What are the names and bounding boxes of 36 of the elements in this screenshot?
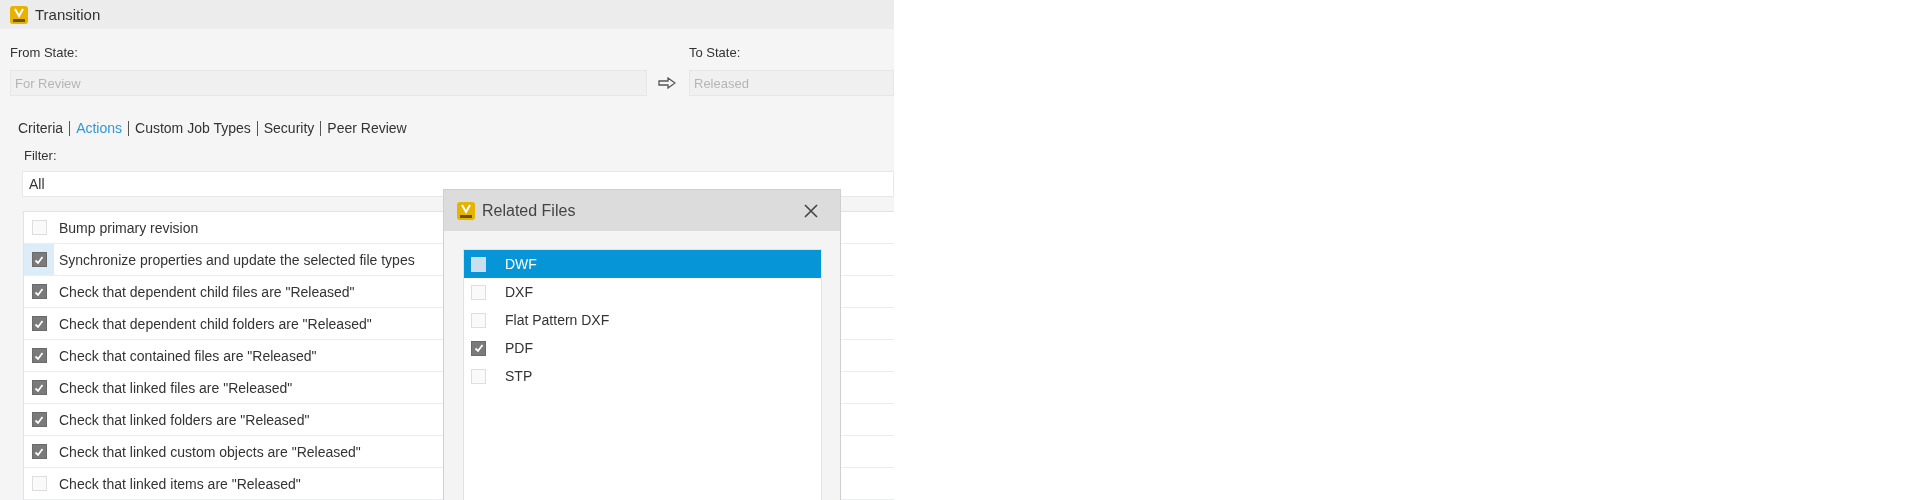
check-icon <box>472 342 485 354</box>
app-icon <box>457 201 475 220</box>
checkbox-cell[interactable] <box>24 244 54 275</box>
close-icon[interactable] <box>804 203 818 218</box>
list-item[interactable]: STP <box>464 362 821 390</box>
tab[interactable]: Custom Job Types <box>129 120 257 137</box>
field-label: To State: <box>689 45 742 61</box>
app-icon <box>10 5 28 24</box>
action-label: Check that linked custom objects are "Released" <box>59 443 361 460</box>
window-title: Transition <box>35 6 101 24</box>
list-item[interactable]: Flat Pattern DXF <box>464 306 821 334</box>
filter-label: Filter: <box>24 148 58 164</box>
checkbox[interactable] <box>471 340 486 356</box>
action-label: Check that linked folders are "Released" <box>59 411 310 428</box>
action-label: Check that dependent child folders are "Released" <box>59 315 372 332</box>
action-label: Check that linked files are "Released" <box>59 379 293 396</box>
field-label: From State: <box>10 45 79 61</box>
checkbox[interactable] <box>31 412 47 427</box>
action-label: Check that dependent child files are "Released" <box>59 283 355 300</box>
checkbox[interactable] <box>31 444 47 459</box>
dialog-title: Related Files <box>482 201 577 220</box>
checkbox[interactable] <box>31 348 47 363</box>
arrow-icon <box>658 77 676 90</box>
tab[interactable]: Criteria <box>18 120 70 137</box>
tab[interactable]: Peer Review <box>321 120 413 137</box>
action-label: Check that contained files are "Released" <box>59 347 317 364</box>
checkbox[interactable] <box>31 252 47 267</box>
checkbox[interactable] <box>31 284 47 299</box>
action-label: Synchronize properties and update the selected file types <box>59 251 415 268</box>
tab[interactable]: Security <box>257 120 321 137</box>
action-label: Bump primary revision <box>59 219 199 236</box>
checkbox[interactable] <box>31 316 47 331</box>
list-item[interactable]: PDF <box>464 334 821 362</box>
list-item[interactable]: DXF <box>464 278 821 306</box>
checkbox[interactable] <box>31 380 47 395</box>
action-label: Check that linked items are "Released" <box>59 475 301 492</box>
